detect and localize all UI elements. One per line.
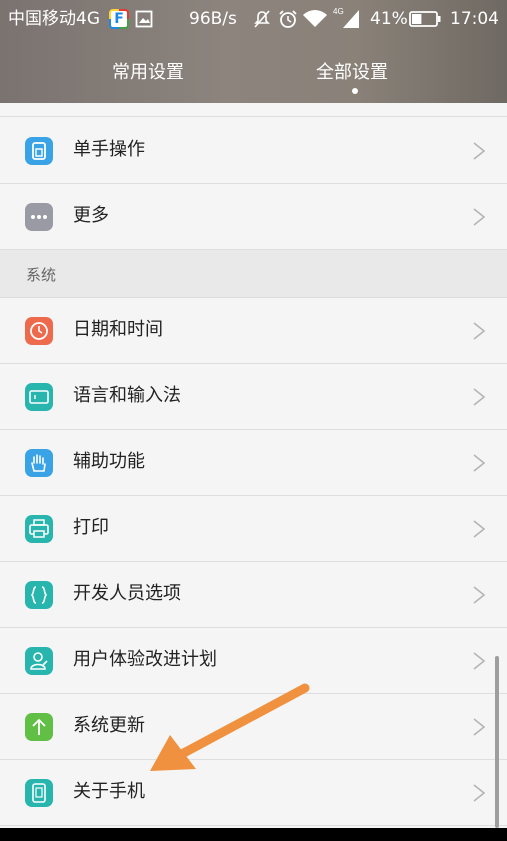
update-arrow-icon (25, 713, 53, 741)
settings-item-label: 单手操作 (73, 139, 145, 160)
settings-item-accessibility[interactable]: 辅助功能 (0, 430, 507, 496)
settings-item-developer-options[interactable]: 开发人员选项 (0, 562, 507, 628)
printer-icon (25, 515, 53, 543)
settings-item-more[interactable]: 更多 (0, 184, 507, 250)
settings-item-label: 语言和输入法 (73, 385, 181, 406)
settings-item-print[interactable]: 打印 (0, 496, 507, 562)
chevron-right-icon (473, 586, 486, 604)
tab-all-settings[interactable]: 全部设置 (316, 58, 388, 84)
chevron-right-icon (473, 652, 486, 670)
annotation-arrow (150, 683, 310, 771)
app-notification-icon: F (109, 9, 129, 29)
network-speed: 96B/s (189, 9, 237, 29)
clock: 17:04 (450, 9, 499, 29)
one-hand-icon (25, 137, 53, 165)
braces-icon (25, 581, 53, 609)
battery-level-fill (412, 14, 422, 24)
section-title: 系统 (26, 266, 57, 284)
alarm-icon (279, 10, 297, 28)
chevron-right-icon (473, 322, 486, 340)
mute-icon (254, 10, 270, 28)
settings-list: 单手操作 更多 系统 日期和时间 语言和输入法 辅助功能 打印 开发人员选项 用… (0, 103, 507, 828)
settings-tabs: 常用设置 全部设置 (0, 50, 507, 98)
phone-icon (25, 779, 53, 807)
header-bar: 中国移动4G F 96B/s 4G 41% 17:04 常用设置 全部设置 (0, 0, 507, 103)
user-feedback-icon (25, 647, 53, 675)
chevron-right-icon (473, 784, 486, 802)
scrollbar[interactable] (495, 656, 499, 828)
chevron-right-icon (473, 454, 486, 472)
settings-item-date-time[interactable]: 日期和时间 (0, 298, 507, 364)
settings-item-one-hand[interactable]: 单手操作 (0, 118, 507, 184)
list-item-partial[interactable] (0, 103, 507, 117)
settings-item-label: 关于手机 (73, 781, 145, 802)
cell-signal-icon: 4G (333, 7, 359, 28)
keyboard-icon (25, 383, 53, 411)
settings-item-label: 用户体验改进计划 (73, 649, 217, 670)
chevron-right-icon (473, 142, 486, 160)
settings-item-label: 开发人员选项 (73, 583, 181, 604)
section-header-system: 系统 (0, 250, 507, 298)
app-badge-text: F (111, 11, 127, 27)
battery-icon (409, 11, 441, 27)
chevron-right-icon (473, 388, 486, 406)
tab-common-settings[interactable]: 常用设置 (112, 58, 184, 84)
more-dots-icon (25, 203, 53, 231)
settings-item-label: 辅助功能 (73, 451, 145, 472)
bottom-edge (0, 828, 507, 841)
wifi-icon (303, 10, 327, 27)
image-notification-icon (135, 10, 153, 28)
tab-selected-indicator (352, 88, 358, 94)
carrier-label: 中国移动4G (8, 9, 100, 29)
status-bar: 中国移动4G F 96B/s 4G 41% 17:04 (0, 0, 507, 38)
battery-percent: 41% (370, 9, 408, 29)
clock-icon (25, 317, 53, 345)
settings-item-label: 日期和时间 (73, 319, 163, 340)
settings-item-language-input[interactable]: 语言和输入法 (0, 364, 507, 430)
settings-item-label: 更多 (73, 205, 109, 226)
chevron-right-icon (473, 208, 486, 226)
chevron-right-icon (473, 718, 486, 736)
signal-type-label: 4G (333, 7, 344, 16)
settings-item-label: 打印 (73, 517, 109, 538)
settings-item-label: 系统更新 (73, 715, 145, 736)
hand-icon (25, 449, 53, 477)
chevron-right-icon (473, 520, 486, 538)
